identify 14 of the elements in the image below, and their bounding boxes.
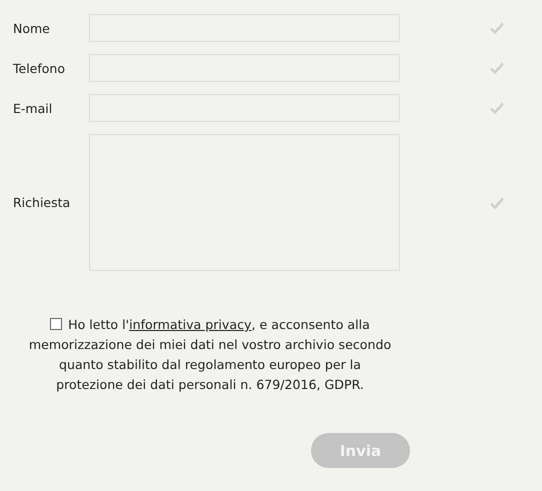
consent-text: protezione dei dati personali n. 679/2016, GDPR. bbox=[56, 377, 364, 392]
field-label: Richiesta bbox=[13, 195, 72, 210]
privacy-link[interactable]: informativa privacy bbox=[129, 317, 252, 332]
check-icon bbox=[490, 62, 504, 74]
consent-text: Ho letto l'informativa privacy, e acconsento alla bbox=[68, 317, 370, 332]
privacy-checkbox[interactable] bbox=[50, 318, 62, 330]
check-icon bbox=[490, 102, 504, 114]
field-label: Telefono bbox=[13, 60, 66, 76]
consent-text: quanto stabilito dal regolamento europeo per la bbox=[58, 357, 362, 372]
field-label: Nome bbox=[13, 20, 51, 36]
field-label: E-mail bbox=[13, 100, 54, 116]
check-icon bbox=[490, 22, 504, 34]
check-icon bbox=[490, 196, 504, 208]
consent-text: memorizzazione dei miei dati nel vostro archivio secondo bbox=[28, 337, 392, 352]
